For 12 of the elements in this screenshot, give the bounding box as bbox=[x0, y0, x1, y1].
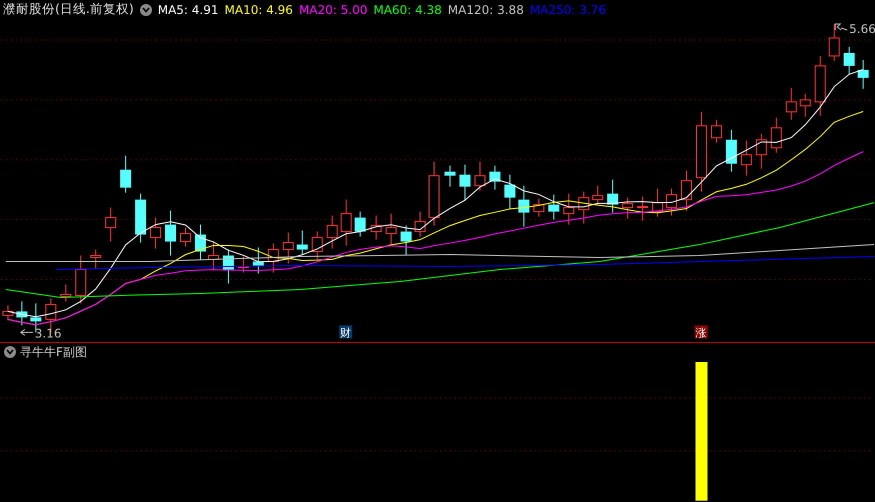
indicator-title: 寻牛牛F副图 bbox=[20, 344, 87, 361]
ma-legend: MA60: 4.38 bbox=[373, 2, 442, 17]
high-price-label: 5.66 bbox=[849, 22, 875, 36]
ma-legend: MA5: 4.91 bbox=[158, 2, 219, 17]
event-marker[interactable]: 涨 bbox=[694, 325, 708, 340]
ma-legend: MA120: 3.88 bbox=[448, 2, 524, 17]
low-price-label: 3.16 bbox=[34, 326, 62, 340]
ma-legend: MA10: 4.96 bbox=[224, 2, 293, 17]
ma-legend: MA250: 3.76 bbox=[530, 2, 606, 17]
ma-legend: MA20: 5.00 bbox=[298, 2, 368, 17]
chart-title: 濮耐股份(日线.前复权) bbox=[3, 1, 134, 18]
event-marker[interactable]: 财 bbox=[339, 325, 352, 340]
